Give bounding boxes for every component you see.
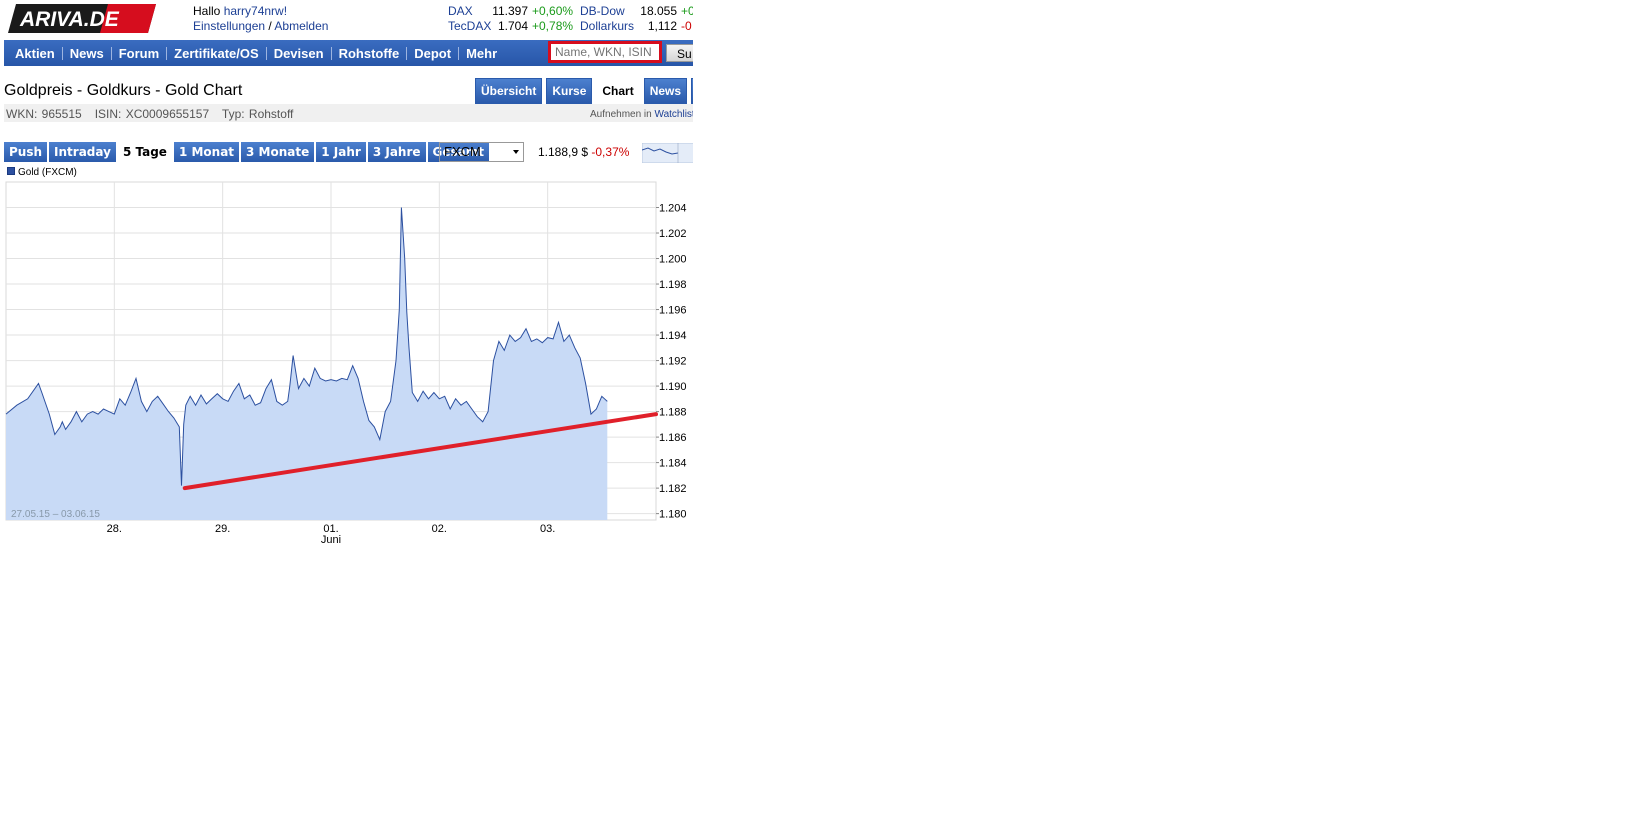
period-3-jahre[interactable]: 3 Jahre — [367, 142, 426, 162]
legend-swatch — [7, 167, 15, 175]
ticker-change: +0 — [681, 4, 693, 18]
nav-item-aktien[interactable]: Aktien — [8, 46, 63, 60]
y-tick-label: 1.198 — [659, 279, 687, 291]
ariva-logo[interactable]: ARIVA.DE — [8, 4, 156, 33]
x-tick-label: 02. — [432, 523, 447, 535]
nav-item-devisen[interactable]: Devisen — [267, 46, 332, 60]
exchange-value: FXCM — [444, 144, 481, 159]
instrument-ids: WKN: 965515 ISIN: XC0009655157 Typ: Rohs… — [6, 107, 294, 121]
y-tick-label: 1.192 — [659, 356, 687, 368]
ticker-name[interactable]: DAX — [448, 4, 473, 19]
tab-uebersicht[interactable]: Übersicht — [475, 78, 543, 104]
ticker-change: +0,78% — [532, 19, 574, 33]
chevron-down-icon — [513, 150, 519, 154]
quote-change: -0,37% — [591, 145, 630, 159]
x-tick-label: 28. — [107, 523, 122, 535]
x-tick-label: 29. — [215, 523, 230, 535]
link-separator: / — [265, 19, 275, 33]
instrument-tabs: Übersicht Kurse Chart News F — [475, 78, 693, 104]
y-tick-label: 1.204 — [659, 203, 687, 215]
y-tick-label: 1.186 — [659, 432, 687, 444]
chart-date-range: 27.05.15 – 03.06.15 — [11, 509, 100, 520]
y-tick-label: 1.196 — [659, 305, 687, 317]
watchlist-prefix: Aufnehmen in — [590, 109, 655, 120]
ticker-value: 1,112 — [647, 19, 677, 33]
y-axis: 1.180 1.182 1.184 1.186 1.188 1.190 1.192 1.194… — [656, 203, 687, 521]
ticker-name[interactable]: DB-Dow — [580, 4, 625, 19]
x-sublabel: Juni — [321, 534, 341, 545]
nav-item-rohstoffe[interactable]: Rohstoffe — [332, 46, 408, 60]
tab-news[interactable]: News — [643, 78, 688, 104]
watchlist-add: Aufnehmen in Watchlist — [590, 109, 693, 120]
current-quote: 1.188,9 $ -0,37% — [538, 145, 629, 159]
user-greeting: Hallo harry74nrw! Einstellungen / Abmeld… — [193, 4, 328, 34]
y-tick-label: 1.188 — [659, 407, 687, 419]
nav-item-zertifikate[interactable]: Zertifikate/OS — [167, 46, 267, 60]
period-3-monate[interactable]: 3 Monate — [241, 142, 315, 162]
x-axis: 28. 29. 01. 02. 03.Juni — [107, 523, 556, 545]
instrument-meta: WKN: 965515 ISIN: XC0009655157 Typ: Rohs… — [4, 104, 693, 122]
y-tick-label: 1.180 — [659, 509, 687, 521]
tab-kurse[interactable]: Kurse — [546, 78, 593, 104]
tab-chart[interactable]: Chart — [596, 78, 640, 104]
period-5-tage[interactable]: 5 Tage — [117, 142, 172, 162]
nav-item-depot[interactable]: Depot — [407, 46, 460, 60]
period-intraday[interactable]: Intraday — [49, 142, 116, 162]
exchange-select[interactable]: FXCM — [439, 142, 524, 162]
search-input[interactable] — [551, 44, 659, 60]
y-tick-label: 1.182 — [659, 483, 687, 495]
ticker-name[interactable]: Dollarkurs — [580, 19, 634, 34]
ticker-value: 18.055 — [640, 4, 677, 18]
search-field — [548, 41, 662, 63]
chart-legend: Gold (FXCM) — [7, 167, 77, 178]
greeting-prefix: Hallo — [193, 4, 224, 18]
mini-chart-thumbnail[interactable] — [642, 143, 693, 163]
price-chart[interactable]: 1.180 1.182 1.184 1.186 1.188 1.190 1.192 1.194… — [0, 178, 693, 545]
y-tick-label: 1.202 — [659, 228, 687, 240]
browser-viewport: ARIVA.DE Hallo harry74nrw! Einstellungen… — [0, 0, 693, 545]
nav-item-news[interactable]: News — [63, 46, 112, 60]
y-tick-label: 1.184 — [659, 458, 687, 470]
x-tick-label: 03. — [540, 523, 555, 535]
logout-link[interactable]: Abmelden — [274, 19, 328, 33]
y-tick-label: 1.194 — [659, 330, 687, 342]
period-1-monat[interactable]: 1 Monat — [173, 142, 240, 162]
tab-more[interactable]: F — [691, 78, 693, 104]
nav-item-mehr[interactable]: Mehr — [459, 47, 504, 60]
period-push[interactable]: Push — [4, 142, 48, 162]
logo-text: ARIVA.DE — [19, 8, 120, 31]
ticker-change: +0,60% — [532, 4, 574, 18]
quote-price: 1.188,9 $ — [538, 145, 589, 159]
search-button[interactable]: Su — [666, 44, 693, 62]
y-tick-label: 1.200 — [659, 254, 687, 266]
period-selector: Push Intraday 5 Tage 1 Monat 3 Monate 1 … — [4, 142, 491, 162]
watchlist-link[interactable]: Watchlist — [655, 109, 694, 120]
ticker-value: 1.704 — [497, 19, 528, 33]
ticker-change: -0 — [681, 19, 692, 33]
settings-link[interactable]: Einstellungen — [193, 19, 265, 33]
legend-label: Gold (FXCM) — [18, 167, 77, 178]
y-tick-label: 1.190 — [659, 381, 687, 393]
username-link[interactable]: harry74nrw! — [224, 4, 287, 18]
period-1-jahr[interactable]: 1 Jahr — [316, 142, 366, 162]
page-title: Goldpreis - Goldkurs - Gold Chart — [4, 82, 243, 99]
ticker-value: 11.397 — [492, 4, 528, 18]
nav-item-forum[interactable]: Forum — [112, 46, 168, 60]
